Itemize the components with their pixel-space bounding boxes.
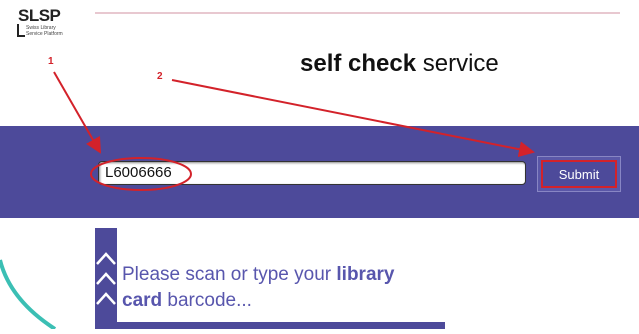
annotation-arrow-2 bbox=[171, 79, 535, 158]
annotation-number-2: 2 bbox=[157, 71, 163, 82]
annotation-ellipse bbox=[90, 157, 192, 191]
annotation-number-1: 1 bbox=[48, 56, 54, 67]
annotation-arrow-1 bbox=[53, 71, 101, 154]
annotation-overlay bbox=[53, 71, 535, 191]
